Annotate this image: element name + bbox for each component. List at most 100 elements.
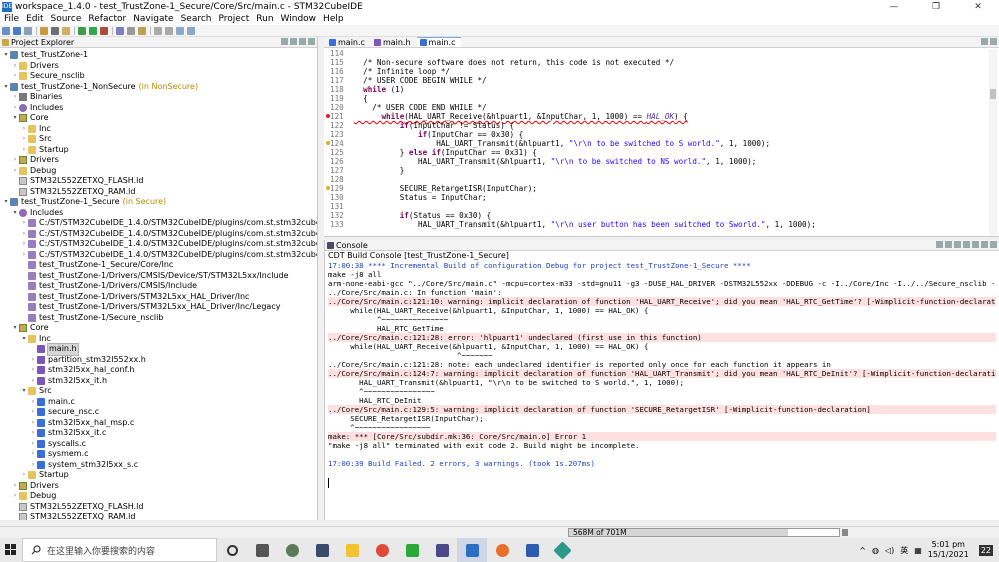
tree-item[interactable]: › Debug: [0, 491, 56, 502]
keyboard-icon[interactable]: ▦: [914, 546, 922, 555]
file-explorer-icon[interactable]: [337, 538, 367, 562]
minimize-console-icon[interactable]: [981, 241, 988, 248]
tree-item[interactable]: › system_stm32l5xx_s.c: [0, 460, 138, 471]
tree-item[interactable]: STM32L552ZETXQ_FLASH.ld: [0, 502, 143, 513]
collapsed-arrow-icon[interactable]: ›: [11, 103, 19, 114]
menu-window[interactable]: Window: [281, 14, 317, 25]
collapsed-arrow-icon[interactable]: ›: [29, 449, 37, 460]
editor-scrollbar[interactable]: [989, 49, 997, 235]
tree-item[interactable]: ▾ Inc: [0, 334, 51, 345]
tree-item[interactable]: › Src: [0, 134, 52, 145]
tree-item[interactable]: ▾ test_TrustZone-1: [0, 50, 88, 61]
menu-edit[interactable]: Edit: [26, 14, 43, 25]
tree-item[interactable]: test_TrustZone-1/Secure_nsclib: [0, 313, 163, 324]
tree-item[interactable]: › Binaries: [0, 92, 62, 103]
minimize-editor-icon[interactable]: [981, 38, 988, 45]
code-area[interactable]: 114 115 /* Non-secure software does not r…: [324, 49, 999, 235]
code-line[interactable]: 114: [324, 49, 984, 58]
tree-item[interactable]: test_TrustZone-1/Drivers/CMSIS/Device/ST…: [0, 271, 289, 282]
tree-item[interactable]: › Drivers: [0, 481, 59, 492]
pin-console-icon[interactable]: [954, 241, 961, 248]
maximize-console-icon[interactable]: [990, 241, 997, 248]
close-button[interactable]: ✕: [957, 0, 999, 14]
app-icon-4[interactable]: [547, 538, 577, 562]
code-line[interactable]: 127 }: [324, 166, 984, 175]
clear-console-icon[interactable]: [936, 241, 943, 248]
chrome-icon[interactable]: [367, 538, 397, 562]
open-type-icon[interactable]: [116, 26, 124, 35]
collapsed-arrow-icon[interactable]: ›: [20, 250, 28, 261]
tree-item[interactable]: › Inc: [0, 124, 51, 135]
clock[interactable]: 5:01 pm 15/1/2021: [928, 540, 969, 560]
scroll-thumb[interactable]: [990, 89, 996, 99]
collapsed-arrow-icon[interactable]: ›: [20, 145, 28, 156]
tree-item[interactable]: test_TrustZone-1/Drivers/STM32L5xx_HAL_D…: [0, 302, 280, 313]
notification-badge[interactable]: 22: [978, 544, 993, 556]
open-console-icon[interactable]: [972, 241, 979, 248]
collapsed-arrow-icon[interactable]: ›: [11, 166, 19, 177]
collapsed-arrow-icon[interactable]: ›: [20, 218, 28, 229]
tree-item[interactable]: › Debug: [0, 166, 56, 177]
collapsed-arrow-icon[interactable]: ›: [20, 239, 28, 250]
tree-item[interactable]: ▾ test_TrustZone-1_NonSecure (in NonSecure…: [0, 82, 198, 93]
tree-item[interactable]: STM32L552ZETXQ_RAM.ld: [0, 512, 135, 520]
app-icon-2[interactable]: [307, 538, 337, 562]
tree-item[interactable]: › secure_nsc.c: [0, 407, 99, 418]
code-line[interactable]: 124 HAL_UART_Transmit(&hlpuart1, "\r\n t…: [324, 139, 984, 148]
code-line[interactable]: 123 if(InputChar == 0x30) {: [324, 130, 984, 139]
tab-main-c[interactable]: main.c: [326, 37, 371, 47]
tree-item[interactable]: › Secure_nsclib: [0, 71, 85, 82]
collapsed-arrow-icon[interactable]: ›: [11, 92, 19, 103]
warning-marker-icon[interactable]: [326, 141, 330, 145]
tree-item[interactable]: ▾ test_TrustZone-1_Secure (in Secure): [0, 197, 166, 208]
tree-item[interactable]: › partition_stm32l552xx.h: [0, 355, 146, 366]
tree-item[interactable]: test_TrustZone-1/Drivers/CMSIS/Include: [0, 281, 197, 292]
network-icon[interactable]: ◍: [872, 546, 879, 555]
maximize-button[interactable]: ❐: [915, 0, 957, 14]
gc-icon[interactable]: [842, 529, 848, 536]
back-icon[interactable]: [176, 26, 184, 35]
code-line[interactable]: 116 /* Infinite loop */: [324, 67, 984, 76]
collapsed-arrow-icon[interactable]: ›: [29, 376, 37, 387]
tree-item[interactable]: STM32L552ZETXQ_RAM.ld: [0, 187, 135, 198]
tree-item[interactable]: › stm32l5xx_it.c: [0, 428, 106, 439]
expanded-arrow-icon[interactable]: ▾: [2, 197, 10, 208]
expanded-arrow-icon[interactable]: ▾: [2, 50, 10, 61]
build-icon[interactable]: [40, 26, 48, 35]
code-line[interactable]: 126 HAL_UART_Transmit(&hlpuart1, "\r\n t…: [324, 157, 984, 166]
minimize-view-icon[interactable]: [308, 38, 315, 45]
expanded-arrow-icon[interactable]: ▾: [11, 323, 19, 334]
collapsed-arrow-icon[interactable]: ›: [20, 134, 28, 145]
collapsed-arrow-icon[interactable]: ›: [29, 439, 37, 450]
menu-run[interactable]: Run: [256, 14, 273, 25]
tree-item[interactable]: ▾ Core: [0, 323, 49, 334]
save-icon[interactable]: [13, 26, 21, 35]
collapsed-arrow-icon[interactable]: ›: [11, 491, 19, 502]
settings-icon[interactable]: [51, 26, 59, 35]
tree-item[interactable]: › stm32l5xx_hal_conf.h: [0, 365, 134, 376]
pencil-icon[interactable]: [138, 26, 146, 35]
code-line[interactable]: 118 while (1): [324, 85, 984, 94]
widgets-icon[interactable]: [247, 538, 277, 562]
collapsed-arrow-icon[interactable]: ›: [29, 397, 37, 408]
link-editor-icon[interactable]: [290, 38, 297, 45]
tree-item[interactable]: › C:/ST/STM32CubeIDE_1.4.0/STM32CubeIDE/p…: [0, 250, 317, 261]
menu-file[interactable]: File: [4, 14, 19, 25]
start-button[interactable]: [0, 538, 22, 562]
collapsed-arrow-icon[interactable]: ›: [11, 71, 19, 82]
tree-item[interactable]: › C:/ST/STM32CubeIDE_1.4.0/STM32CubeIDE/p…: [0, 229, 317, 240]
collapsed-arrow-icon[interactable]: ›: [11, 61, 19, 72]
collapsed-arrow-icon[interactable]: ›: [29, 355, 37, 366]
maximize-editor-icon[interactable]: [990, 38, 997, 45]
expanded-arrow-icon[interactable]: ▾: [11, 208, 19, 219]
prev-annotation-icon[interactable]: [165, 26, 173, 35]
app-icon-3[interactable]: [427, 538, 457, 562]
code-line[interactable]: 128: [324, 175, 984, 184]
scroll-lock-icon[interactable]: [945, 241, 952, 248]
tree-item[interactable]: test_TrustZone-1_Secure/Core/Inc: [0, 260, 173, 271]
stm32cubeide-taskbar-icon[interactable]: [457, 538, 487, 562]
code-line[interactable]: 122 if(InputChar != Status) {: [324, 121, 984, 130]
show-hidden-icon[interactable]: ^: [859, 546, 866, 555]
debug-icon[interactable]: [78, 26, 86, 35]
collapsed-arrow-icon[interactable]: ›: [29, 460, 37, 471]
